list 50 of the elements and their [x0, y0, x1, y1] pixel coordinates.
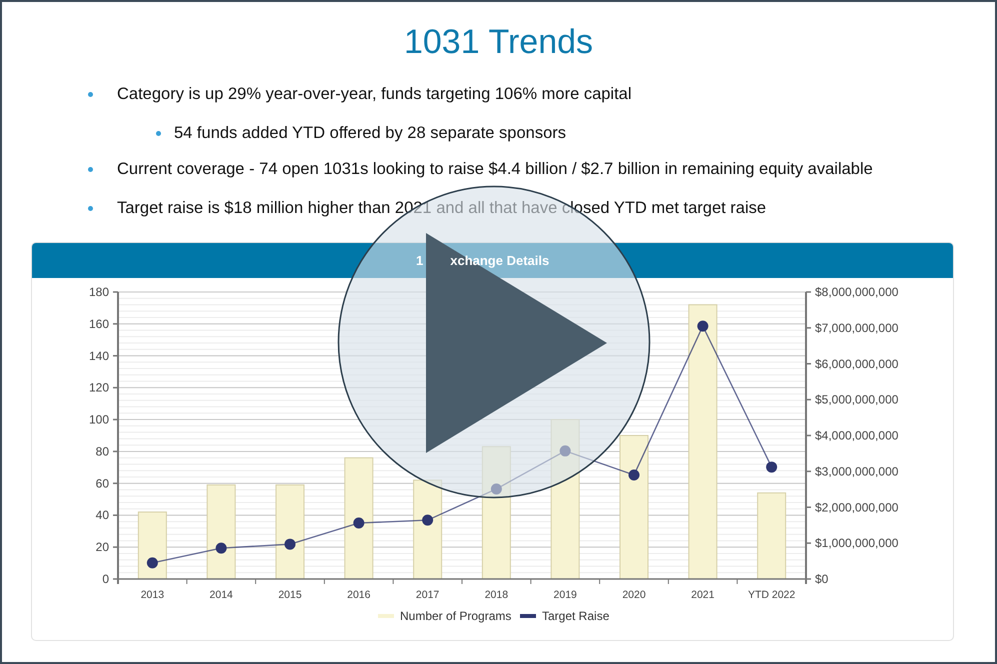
- axis-label: 2014: [210, 589, 233, 601]
- legend-label: Number of Programs: [400, 609, 512, 623]
- axis-label: YTD 2022: [748, 589, 796, 601]
- axis-label: $5,000,000,000: [815, 392, 898, 407]
- axis-label: 2017: [416, 589, 440, 601]
- legend-label: Target Raise: [542, 609, 610, 623]
- data-point: [628, 469, 640, 480]
- axis-label: 2016: [347, 589, 370, 601]
- data-point: [146, 557, 158, 568]
- bullet-text: 54 funds added YTD offered by 28 separate sponsors: [174, 124, 566, 142]
- axis-label: $2,000,000,000: [815, 500, 898, 514]
- axis-label: $6,000,000,000: [815, 356, 898, 371]
- axis-label: $1,000,000,000: [815, 536, 898, 550]
- axis-label: $8,000,000,000: [815, 285, 898, 299]
- chart-title: 1: [416, 252, 424, 270]
- axis-label: 160: [88, 316, 109, 331]
- axis-label: 2019: [554, 589, 577, 601]
- axis-label: 2020: [622, 589, 646, 601]
- data-point: [766, 462, 778, 473]
- data-point: [216, 542, 227, 554]
- axis-label: 40: [96, 508, 109, 522]
- bullet-icon: [88, 166, 93, 172]
- axis-label: 140: [88, 348, 109, 363]
- bullet-icon: [88, 206, 93, 210]
- bullet-text: Category is up 29% year-over-year, funds targeting 106% more capital: [117, 84, 632, 104]
- data-point: [353, 518, 364, 529]
- axis-label: $4,000,000,000: [815, 428, 898, 442]
- axis-label: $3,000,000,000: [815, 464, 898, 478]
- data-point: [697, 320, 708, 332]
- data-point: [284, 538, 296, 550]
- axis-label: 80: [96, 444, 109, 458]
- axis-label: $0: [815, 572, 828, 586]
- axis-label: 20: [96, 540, 109, 554]
- axis-label: 2013: [140, 589, 164, 601]
- data-point: [490, 483, 502, 494]
- axis-label: 2021: [691, 589, 714, 601]
- axis-label: 120: [88, 380, 109, 395]
- axis-label: 60: [96, 476, 109, 490]
- axis-label: $7,000,000,000: [815, 320, 898, 335]
- slide-title: 1031 Trends: [402, 22, 594, 63]
- axis-label: 2015: [278, 589, 302, 601]
- axis-label: 180: [88, 285, 109, 299]
- axis-label: 2018: [484, 589, 508, 601]
- data-point: [560, 445, 571, 456]
- bullet-text: Current coverage - 74 open 1031s looking to raise $4.4 billion / $2.7 billion in remaining equity available: [117, 160, 873, 178]
- axis-label: 100: [88, 412, 109, 427]
- bullet-icon: [156, 130, 161, 136]
- axis-label: 0: [102, 572, 109, 586]
- data-point: [422, 514, 434, 526]
- bullet-icon: [88, 92, 93, 96]
